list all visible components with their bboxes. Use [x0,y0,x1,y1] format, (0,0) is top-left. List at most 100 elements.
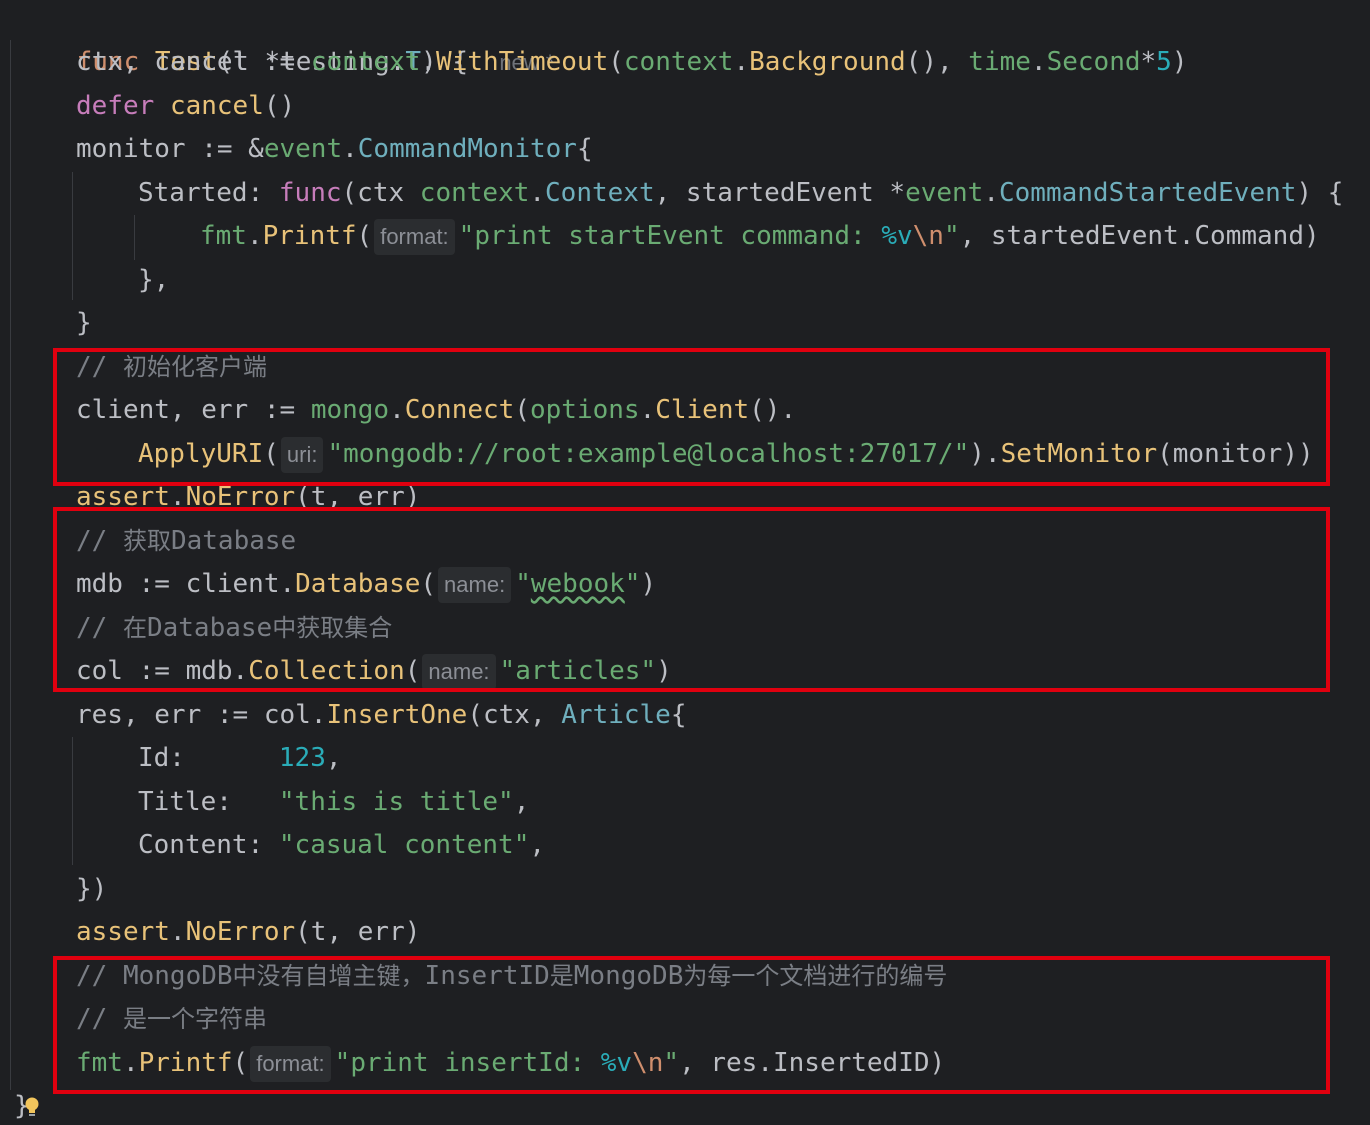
code-line-24[interactable]: // 是一个字符串 [76,998,267,1042]
code-token: . [122,1048,139,1078]
code-token: . [983,178,999,208]
type-token: CommandMonitor [357,134,577,164]
code-line-23[interactable]: // MongoDB中没有自增主键，InsertID是MongoDB为每一个文档… [76,955,947,999]
parameter-hint: uri: [280,436,324,473]
code-line-6[interactable]: fmt.Printf(format: "print startEvent comm… [200,215,1320,259]
package-token: fmt [76,1048,123,1078]
string-token: "print insertId: [334,1048,601,1078]
code-token: ctx, cancel := [76,47,311,77]
code-line-7[interactable]: }, [138,259,169,303]
code-line-3[interactable]: defer cancel() [76,85,295,129]
package-token: event [263,134,343,164]
method-token: Printf [138,1048,233,1078]
method-token: SetMonitor [1000,439,1158,469]
method-token: Background [749,47,906,77]
code-token: { [670,700,687,730]
parameter-hint: format: [250,1045,331,1082]
comment-text: 中没有自增主键， [232,962,425,990]
comment-text: 是一个字符串 [122,1005,267,1033]
code-token: , [325,743,342,773]
string-token: " [624,569,641,599]
code-token: . [342,134,358,164]
indent-guide [10,40,11,1090]
code-line-4[interactable]: monitor := &event.CommandMonitor{ [76,128,593,172]
code-line-12[interactable]: assert.NoError(t, err) [76,476,420,520]
code-token: * [1140,47,1157,77]
comment-token: // [76,1004,123,1034]
parameter-hint: name: [438,566,512,603]
indent-guide [72,737,73,865]
code-line-13[interactable]: // 获取Database [76,520,296,564]
code-token: . [420,47,437,77]
code-line-25[interactable]: fmt.Printf(format: "print insertId: %v\n"… [76,1042,945,1086]
string-token: "articles" [499,656,657,686]
code-token: ) [1171,47,1188,77]
string-token: " [663,1048,680,1078]
code-line-22[interactable]: assert.NoError(t, err) [76,911,420,955]
string-token: "this is title" [278,787,514,817]
code-token: , [513,787,530,817]
code-token: (monitor)) [1157,439,1314,469]
code-token: . [1030,47,1047,77]
code-token: (ctx [341,178,420,208]
code-token: ) [640,569,657,599]
code-line-19[interactable]: Title: "this is title", [138,781,529,825]
code-token: (). [749,395,797,425]
code-line-14[interactable]: mdb := client.Database(name: "webook") [76,563,656,607]
method-token: Printf [262,221,357,251]
comment-token: // [76,526,123,556]
code-token: . [733,47,750,77]
indent-guide [72,172,73,300]
code-token: . [639,395,656,425]
function-call: cancel [169,91,264,121]
code-token: ). [969,439,1001,469]
comment-token: // [76,352,123,382]
method-token: Collection [248,656,405,686]
code-token: mdb := client. [76,569,296,599]
package-token: event [905,178,984,208]
code-token: (t, err) [295,917,421,947]
parameter-hint: name: [422,653,496,690]
package-token: mongo [310,395,390,425]
code-line-8[interactable]: } [76,302,92,346]
code-line-10[interactable]: client, err := mongo.Connect(options.Cli… [76,389,796,433]
code-token: monitor := & [76,134,264,164]
number-token: 5 [1156,47,1172,77]
comment-text: 在 [122,614,147,642]
method-token: Database [295,569,421,599]
type-token: Article [561,700,671,730]
indent-guide [134,215,135,260]
package-token: assert [76,917,170,947]
code-token: } [76,308,92,338]
type-token: Context [545,178,655,208]
code-line-9[interactable]: // 初始化客户端 [76,346,267,390]
code-line-11[interactable]: ApplyURI(uri: "mongodb://root:example@loc… [138,433,1314,477]
code-line-18[interactable]: Id: 123, [138,737,342,781]
code-token: , startedEvent.Command) [959,221,1320,251]
code-line-21[interactable]: }) [76,868,107,912]
code-line-5[interactable]: Started: func(ctx context.Context, start… [138,172,1343,216]
code-token: ( [263,439,279,469]
code-editor[interactable]: func Test(t *testing.T) { new * ctx, can… [0,0,1370,1125]
string-token: "print startEvent command: [458,221,882,251]
format-verb: %v [600,1048,633,1078]
type-token: CommandStartedEvent [999,178,1297,208]
code-token: . [169,482,186,512]
code-token: (), [905,47,969,77]
typo-string-token[interactable]: webook [531,569,625,599]
lightbulb-icon[interactable] [24,1096,40,1118]
escape-sequence: \n [632,1048,664,1078]
code-token: () [263,91,296,121]
code-token: . [389,395,405,425]
code-line-20[interactable]: Content: "casual content", [138,824,545,868]
code-line-2[interactable]: ctx, cancel := context.WithTimeout(conte… [76,41,1187,85]
code-line-16[interactable]: col := mdb.Collection(name: "articles") [76,650,672,694]
comment-token: // MongoDB [76,961,233,991]
code-token: , [529,830,545,860]
field-token: Title: [138,787,279,817]
code-line-15[interactable]: // 在Database中获取集合 [76,607,392,651]
code-token: Started: [138,178,279,208]
code-line-1[interactable]: func Test(t *testing.T) { new * [14,0,555,77]
code-line-17[interactable]: res, err := col.InsertOne(ctx, Article{ [76,694,687,738]
number-token: 123 [278,743,326,773]
